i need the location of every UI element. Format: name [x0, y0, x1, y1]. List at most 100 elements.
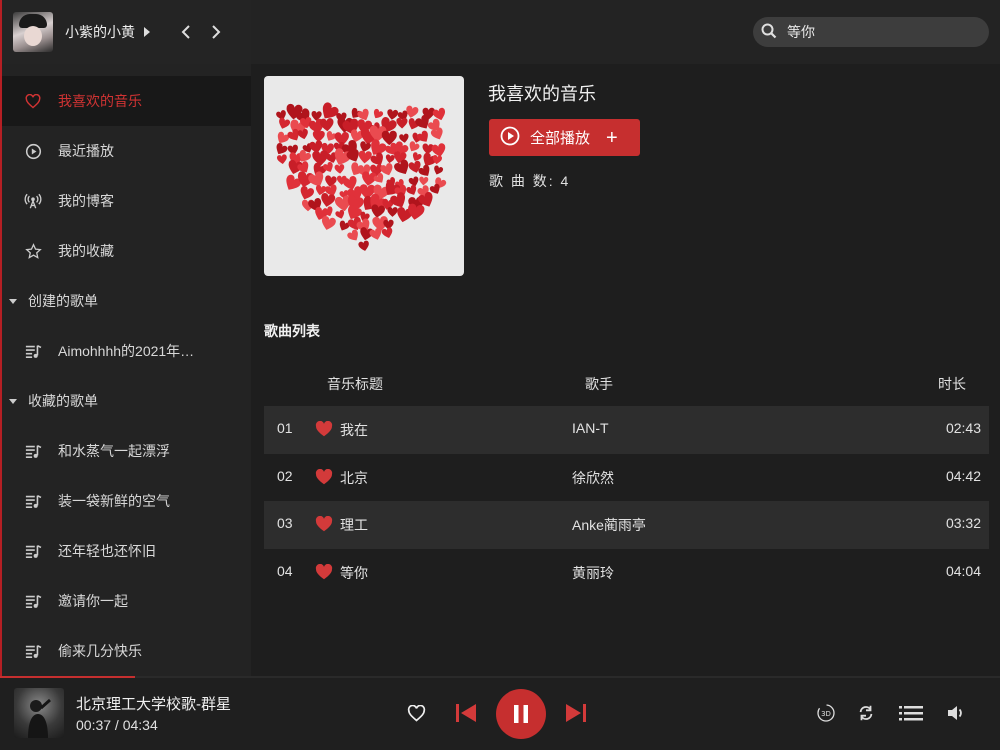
sidebar-item-favorites[interactable]: 我的收藏 — [2, 226, 251, 276]
history-nav — [180, 24, 222, 40]
playlist-icon — [24, 542, 42, 560]
sidebar-item-playlist[interactable]: 装一袋新鲜的空气 — [2, 476, 251, 526]
heart-collage-image — [276, 102, 447, 251]
pause-icon — [514, 705, 528, 723]
row-index: 02 — [277, 467, 293, 484]
collage-heart — [408, 203, 425, 220]
table-row[interactable]: 01 我在 IAN-T 02:43 — [264, 406, 989, 454]
row-duration: 03:32 — [945, 515, 981, 531]
sidebar-item-recent[interactable]: 最近播放 — [2, 126, 251, 176]
caret-down-icon — [9, 398, 17, 404]
table-row[interactable]: 02 北京 徐欣然 04:42 — [264, 454, 989, 502]
liked-heart-icon[interactable] — [315, 468, 333, 485]
repeat-icon[interactable] — [856, 703, 876, 723]
row-duration: 02:43 — [945, 420, 981, 436]
user-menu-arrow-icon[interactable] — [144, 27, 150, 37]
collage-heart — [409, 141, 420, 152]
collage-heart — [319, 118, 334, 132]
collage-heart — [312, 150, 329, 166]
now-playing-cover[interactable] — [14, 688, 64, 738]
row-title: 我在 — [340, 422, 368, 438]
star-icon — [24, 242, 42, 260]
collage-heart — [300, 185, 315, 200]
collage-heart — [279, 117, 291, 129]
progress-fill[interactable] — [0, 676, 135, 678]
sidebar-item-blog[interactable]: 我的博客 — [2, 176, 251, 226]
collage-heart — [394, 159, 409, 175]
back-arrow-icon[interactable] — [180, 24, 192, 40]
liked-heart-icon[interactable] — [315, 563, 333, 580]
sidebar-item-label: 我的博客 — [58, 193, 114, 209]
avatar[interactable] — [13, 12, 53, 52]
main-content: 我喜欢的音乐 全部播放 + 歌 曲 数: 4 歌曲列表 音乐标题 歌手 时长 0… — [251, 64, 1000, 676]
next-track-icon[interactable] — [564, 702, 588, 724]
sidebar-item-playlist[interactable]: 偷来几分快乐 — [2, 626, 251, 676]
playlist-title: 我喜欢的音乐 — [488, 84, 596, 104]
sidebar-item-playlist[interactable]: 和水蒸气一起漂浮 — [2, 426, 251, 476]
collage-heart — [277, 154, 287, 165]
pause-button[interactable] — [496, 689, 546, 739]
playlist-cover — [264, 76, 464, 276]
now-playing-title[interactable]: 北京理工大学校歌-群星 — [76, 693, 231, 714]
previous-track-icon[interactable] — [454, 702, 478, 724]
row-artist[interactable]: IAN-T — [572, 420, 609, 436]
row-artist[interactable]: 徐欣然 — [572, 468, 614, 488]
collage-heart — [277, 131, 289, 144]
sidebar-item-label: Aimohhhh的2021年… — [58, 343, 195, 359]
sidebar-item-label: 还年轻也还怀旧 — [58, 543, 156, 559]
caret-down-icon — [9, 298, 17, 304]
playlist-icon — [24, 592, 42, 610]
sidebar-item-liked-music[interactable]: 我喜欢的音乐 — [2, 76, 251, 126]
player-bar: 北京理工大学校歌-群星 00:37 / 04:34 3D — [0, 676, 1000, 750]
collected-playlists-header[interactable]: 收藏的歌单 — [2, 376, 251, 426]
row-title: 北京 — [340, 469, 368, 486]
collage-heart — [334, 164, 345, 174]
row-artist[interactable]: 黄丽玲 — [572, 563, 614, 583]
collage-heart — [276, 142, 288, 155]
sidebar-item-label: 邀请你一起 — [58, 593, 128, 609]
header-duration[interactable]: 时长 — [938, 374, 966, 394]
sidebar-item-label: 偷来几分快乐 — [58, 643, 142, 659]
sidebar-item-label: 我喜欢的音乐 — [58, 93, 142, 109]
search-input[interactable] — [787, 24, 977, 40]
table-row[interactable]: 03 理工 Anke蔺雨亭 03:32 — [264, 501, 989, 549]
liked-heart-icon[interactable] — [315, 516, 333, 532]
sidebar-item-playlist[interactable]: Aimohhhh的2021年… — [2, 326, 251, 376]
username[interactable]: 小紫的小黄 — [65, 22, 135, 42]
sidebar-item-label: 装一袋新鲜的空气 — [58, 493, 170, 509]
collage-heart — [396, 117, 408, 129]
playlist-queue-icon[interactable] — [898, 703, 924, 723]
row-artist[interactable]: Anke蔺雨亭 — [572, 515, 646, 535]
song-table: 01 我在 IAN-T 02:43 02 北京 徐欣然 04:42 03 理工 … — [264, 406, 989, 596]
song-list-title: 歌曲列表 — [264, 323, 320, 339]
playlist-icon — [24, 442, 42, 460]
header-artist[interactable]: 歌手 — [585, 374, 613, 394]
sidebar-menu: 我喜欢的音乐 最近播放 我的博客 我的收藏 创建的歌单 Aimohhhh的202… — [2, 64, 251, 676]
search-box[interactable] — [753, 17, 989, 47]
play-circle-icon — [24, 142, 42, 160]
row-index: 01 — [277, 420, 293, 436]
progress-track[interactable] — [0, 676, 1000, 678]
add-all-icon[interactable]: + — [606, 128, 618, 148]
forward-arrow-icon[interactable] — [210, 24, 222, 40]
like-heart-outline-icon[interactable] — [405, 703, 427, 723]
sidebar-item-playlist[interactable]: 邀请你一起 — [2, 576, 251, 626]
3d-sound-icon[interactable]: 3D — [816, 703, 836, 723]
collage-heart — [347, 229, 358, 241]
play-all-button[interactable]: 全部播放 + — [489, 119, 640, 156]
sidebar-item-playlist[interactable]: 还年轻也还怀旧 — [2, 526, 251, 576]
header-title[interactable]: 音乐标题 — [327, 374, 383, 394]
now-playing-time: 00:37 / 04:34 — [76, 717, 158, 733]
collage-heart — [406, 184, 417, 195]
search-icon[interactable] — [761, 23, 777, 42]
table-row[interactable]: 04 等你 黄丽玲 04:04 — [264, 549, 989, 597]
volume-icon[interactable] — [946, 703, 966, 723]
heart-outline-icon — [24, 92, 42, 110]
liked-heart-icon[interactable] — [315, 421, 333, 437]
row-title: 理工 — [340, 517, 368, 533]
created-playlists-header[interactable]: 创建的歌单 — [2, 276, 251, 326]
section-label: 收藏的歌单 — [28, 393, 98, 409]
top-bar — [251, 0, 1000, 64]
collage-heart — [358, 150, 372, 164]
row-index: 03 — [277, 515, 293, 531]
